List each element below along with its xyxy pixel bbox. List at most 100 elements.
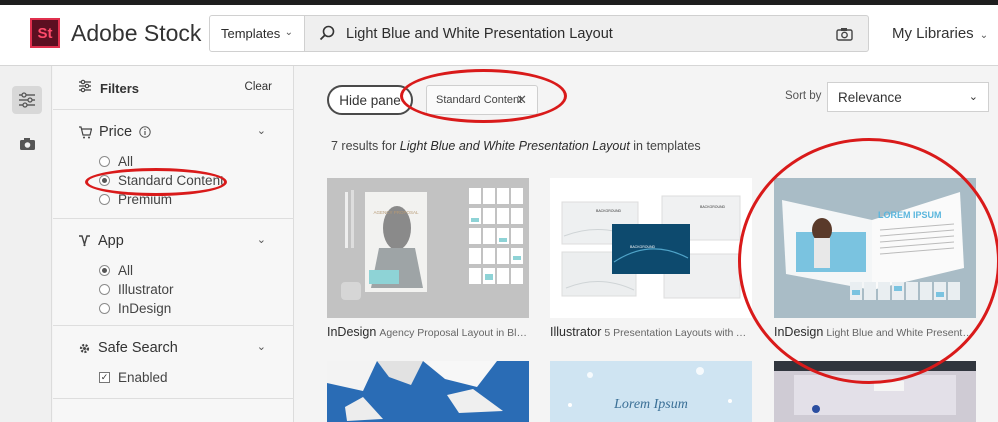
my-libraries-label: My Libraries (892, 25, 974, 42)
card-title: Light Blue and White Presentation Layout (826, 327, 976, 339)
app-icon (79, 235, 90, 247)
top-bar: St Adobe Stock Templates ⌄ Light Blue an… (0, 0, 998, 66)
safe-search-option-label: Enabled (118, 370, 168, 385)
card-title: 5 Presentation Layouts with Abstract Bac… (604, 327, 752, 339)
card-thumbnail[interactable]: AGENCY PROPOSAL (327, 178, 529, 318)
sort-by-label: Sort by (785, 90, 822, 102)
card-title: Agency Proposal Layout in Black and Whit… (379, 327, 529, 339)
price-filter-section: Price ⌄ All Standard Content Premium (53, 110, 294, 219)
active-filter-chip[interactable]: Standard Content ✕ (426, 85, 538, 115)
app-option-label: Illustrator (118, 282, 174, 297)
filters-panel: Filters Clear Price ⌄ All Standard Conte… (53, 66, 294, 422)
app-section-title: App (98, 233, 124, 249)
price-option-label: Premium (118, 192, 173, 207)
search-input[interactable]: Light Blue and White Presentation Layout (346, 26, 613, 42)
slide-label: BACKGROUND (630, 245, 656, 249)
app-section-toggle[interactable]: App (78, 233, 124, 249)
app-option-label: All (118, 263, 134, 278)
app-option-label: InDesign (118, 301, 172, 316)
card-thumbnail[interactable]: Lorem Ipsum (550, 361, 752, 422)
app-option-all[interactable]: All (99, 263, 133, 278)
chevron-down-icon[interactable]: ⌄ (257, 124, 266, 137)
brand-name[interactable]: Adobe Stock (71, 20, 201, 47)
radio-button[interactable] (99, 156, 110, 167)
cart-icon (79, 125, 92, 138)
visual-search-button[interactable] (12, 130, 42, 158)
sort-select-value: Relevance (838, 89, 902, 105)
result-card[interactable]: LOREM IPSUM InDesign Light Blue and White… (774, 178, 976, 343)
filters-header: Filters Clear (53, 66, 294, 110)
card-caption[interactable]: InDesignAgency Proposal Layout in Black … (327, 325, 529, 339)
result-card[interactable]: BACKGROUND BACKGROUND BACKGROUND Illustr… (550, 178, 752, 343)
chevron-down-icon: ⌄ (284, 27, 293, 38)
card-caption[interactable]: Illustrator 5 Presentation Layouts with A… (550, 325, 752, 339)
chevron-down-icon[interactable]: ⌄ (257, 340, 266, 353)
price-option-label: Standard Content (118, 173, 224, 188)
price-section-title: Price (99, 124, 133, 140)
category-select-label: Templates (221, 26, 281, 41)
left-rail (0, 66, 52, 422)
price-option-label: All (118, 154, 134, 169)
card-caption[interactable]: InDesignLight Blue and White Presentatio… (774, 325, 976, 339)
results-query: Light Blue and White Presentation Layout (399, 139, 630, 153)
result-card[interactable]: AGENCY PROPOSAL InDesign Agency Proposal … (327, 178, 529, 343)
card-thumbnail[interactable]: LOREM IPSUM (774, 178, 976, 318)
radio-button[interactable] (99, 303, 110, 314)
chevron-down-icon: ⌄ (968, 91, 978, 103)
app-option-indesign[interactable]: InDesign (99, 301, 171, 316)
card-thumbnail[interactable] (327, 361, 529, 422)
filters-title: Filters (100, 81, 140, 96)
adobe-stock-logo[interactable]: St (30, 18, 60, 48)
price-option-standard-content[interactable]: Standard Content (99, 173, 224, 188)
close-icon[interactable]: ✕ (516, 92, 527, 108)
search-icon (319, 25, 335, 46)
radio-button-selected[interactable] (99, 265, 110, 276)
checkmark-icon[interactable]: ✓ (99, 372, 110, 383)
result-card[interactable] (774, 361, 976, 422)
result-card[interactable]: Lorem Ipsum (550, 361, 752, 422)
results-suffix: in templates (629, 139, 701, 153)
card-thumbnail[interactable] (774, 361, 976, 422)
visual-search-camera-icon[interactable] (836, 27, 853, 46)
results-count: 7 results for (331, 139, 400, 153)
price-option-all[interactable]: All (99, 154, 133, 169)
radio-button[interactable] (99, 194, 110, 205)
safe-search-toggle[interactable]: Safe Search (78, 340, 178, 356)
hide-pane-button[interactable]: Hide pane (327, 85, 413, 115)
price-option-premium[interactable]: Premium (99, 192, 172, 207)
card-thumbnail[interactable]: BACKGROUND BACKGROUND BACKGROUND (550, 178, 752, 318)
page-heading: LOREM IPSUM (878, 210, 942, 220)
filters-icon (78, 79, 92, 98)
results-area: Hide pane Standard Content ✕ Sort by Rel… (295, 66, 998, 422)
result-card[interactable] (327, 361, 529, 422)
info-icon[interactable] (139, 126, 151, 138)
sort-select[interactable]: Relevance ⌄ (827, 82, 989, 112)
price-section-toggle[interactable]: Price (78, 124, 151, 140)
cover-text: AGENCY PROPOSAL (374, 210, 419, 215)
app-option-illustrator[interactable]: Illustrator (99, 282, 174, 297)
chevron-down-icon[interactable]: ⌄ (257, 233, 266, 246)
camera-icon (19, 138, 35, 150)
slide-script-text: Lorem Ipsum (613, 397, 688, 412)
card-app-name: Illustrator (550, 325, 602, 339)
clear-filters-link[interactable]: Clear (245, 81, 272, 93)
category-select[interactable]: Templates ⌄ (209, 15, 305, 52)
my-libraries-menu[interactable]: My Libraries ⌄ (892, 25, 988, 42)
logo-text: St (37, 24, 53, 42)
search-bar[interactable]: Light Blue and White Presentation Layout (304, 15, 869, 52)
gear-icon (79, 343, 90, 353)
results-summary: 7 results for Light Blue and White Prese… (331, 139, 701, 153)
filters-icon (19, 92, 35, 108)
slide-label: BACKGROUND (596, 209, 622, 213)
safe-search-section: Safe Search ⌄ ✓ Enabled (53, 326, 294, 399)
safe-search-enabled-checkbox[interactable]: ✓ Enabled (99, 370, 168, 385)
radio-button-selected[interactable] (99, 175, 110, 186)
card-app-name: InDesign (327, 325, 377, 339)
chevron-down-icon: ⌄ (979, 30, 989, 41)
card-app-name: InDesign (774, 325, 824, 339)
filters-toggle-button[interactable] (12, 86, 42, 114)
app-filter-section: App ⌄ All Illustrator InDesign (53, 219, 294, 326)
radio-button[interactable] (99, 284, 110, 295)
safe-search-title: Safe Search (98, 340, 178, 356)
slide-label: BACKGROUND (700, 205, 726, 209)
